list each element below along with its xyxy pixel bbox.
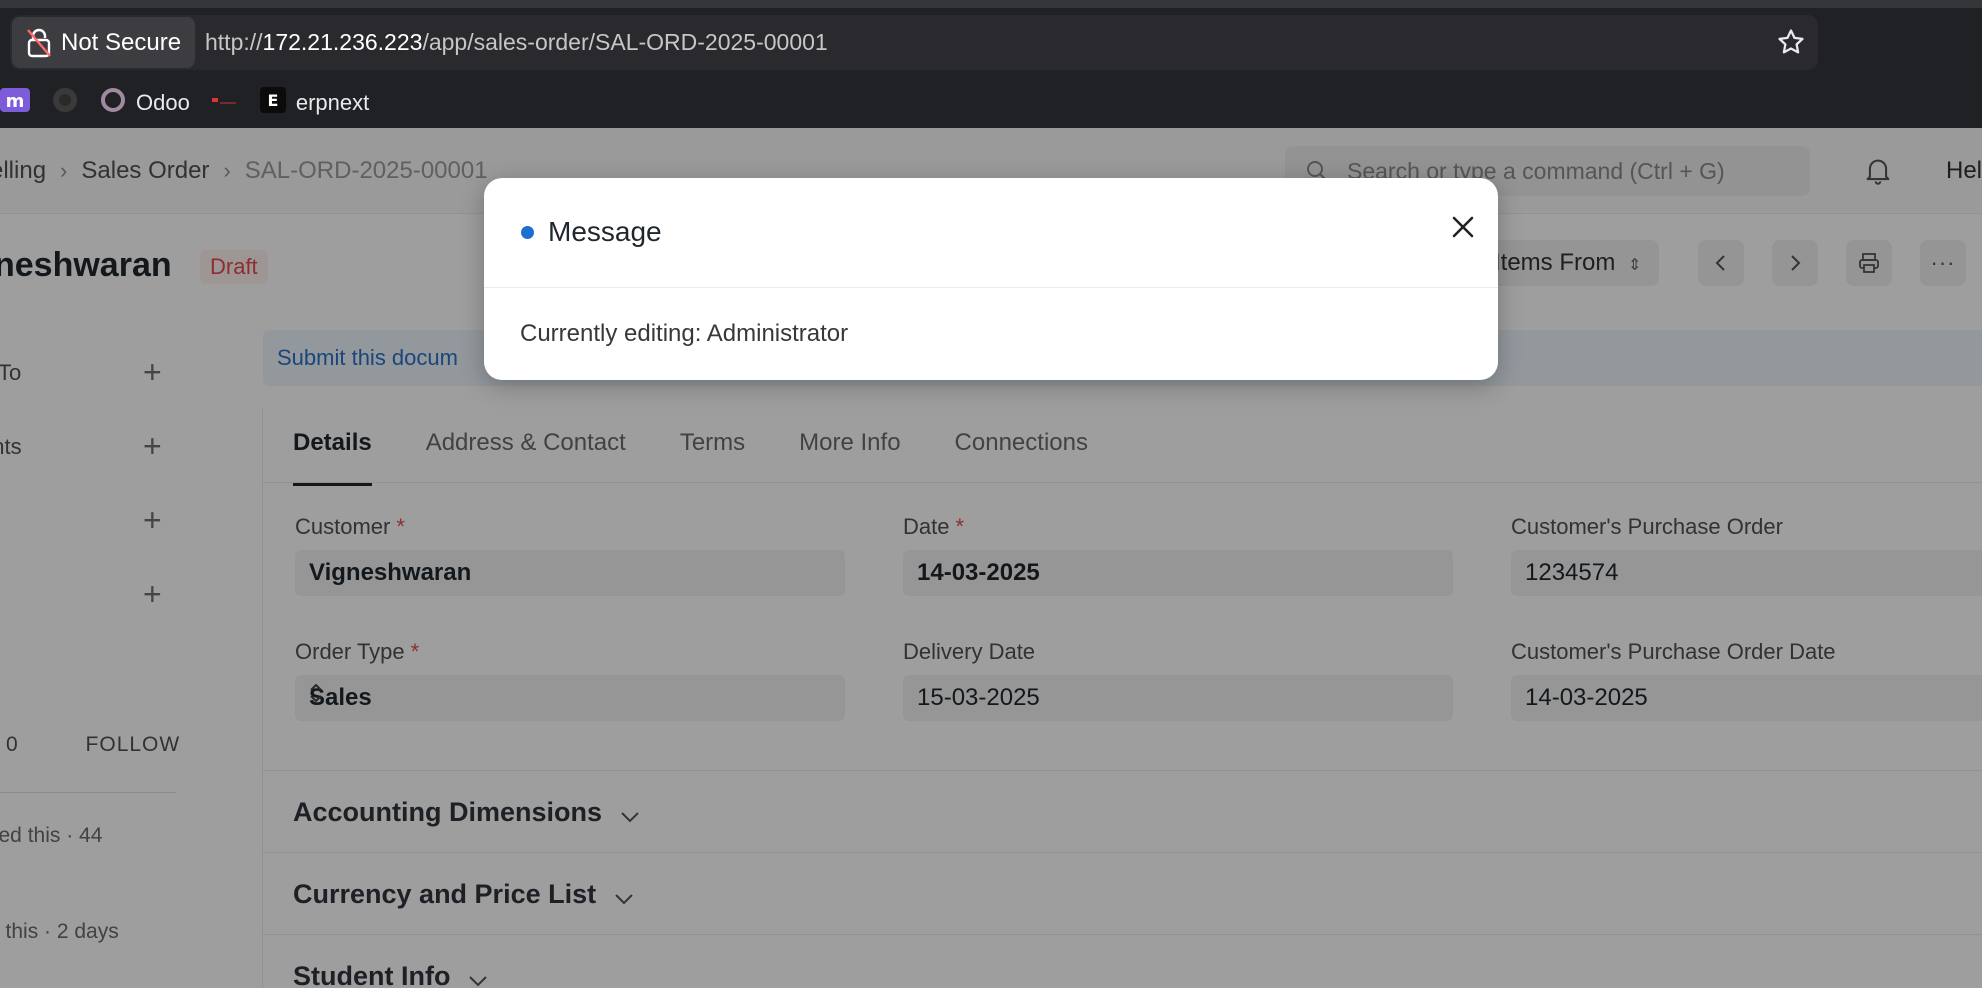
security-chip[interactable]: Not Secure [12,17,195,68]
url-text[interactable]: http://172.21.236.223/app/sales-order/SA… [205,15,828,70]
indicator-dot [521,226,534,239]
tab-strip [0,0,1982,8]
lock-warning-icon [27,28,51,58]
svg-text:E: E [267,91,278,110]
bookmark-star-icon[interactable] [1776,27,1806,57]
bookmark-red-icon [211,90,238,116]
dialog-message: Currently editing: Administrator [520,320,849,347]
security-label: Not Secure [61,28,182,56]
m-app-icon: m [0,87,30,119]
bookmark-erpnext[interactable]: E erpnext [259,87,370,119]
message-dialog: Message Currently editing: Administrator [484,178,1498,380]
dialog-title: Message [548,216,662,247]
bookmark-m-app[interactable]: m [0,87,30,119]
bookmark-red[interactable] [211,90,238,116]
github-icon [52,87,78,119]
dialog-header: Message [484,178,1498,288]
bookmark-github[interactable] [52,87,78,119]
close-icon[interactable] [1446,210,1480,244]
bookmark-erpnext-label: erpnext [295,90,370,115]
svg-text:m: m [6,91,25,112]
url-path: /app/sales-order/SAL-ORD-2025-00001 [422,29,828,55]
browser-chrome: Not Secure http://172.21.236.223/app/sal… [0,0,1982,128]
url-host: 172.21.236.223 [262,29,423,55]
url-scheme: http:// [205,29,263,55]
bookmark-odoo[interactable]: Odoo [100,87,190,119]
odoo-icon [100,87,126,119]
bookmarks-bar: m Odoo E erpnext [0,82,391,124]
bookmark-odoo-label: Odoo [136,90,190,115]
erpnext-icon: E [259,87,286,119]
address-bar[interactable]: Not Secure http://172.21.236.223/app/sal… [10,15,1818,70]
